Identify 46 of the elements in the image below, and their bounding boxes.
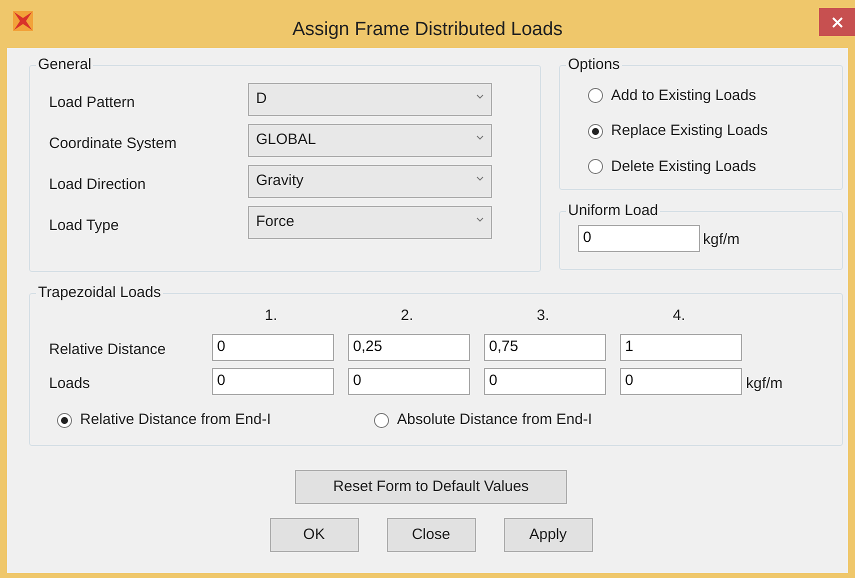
field-label: Load Direction <box>48 174 147 195</box>
field-label: Load Type <box>48 216 120 236</box>
group-title: Uniform Load <box>567 201 660 221</box>
group-title: General <box>37 55 92 75</box>
column-header: 2. <box>400 306 414 326</box>
radio-option[interactable]: Delete Existing Loads <box>588 156 832 178</box>
input-field[interactable]: 0 <box>578 224 700 252</box>
input-field[interactable]: 0 <box>620 368 742 395</box>
radio-option[interactable]: Replace Existing Loads <box>588 120 832 142</box>
chevron-down-icon <box>476 94 484 98</box>
field-label: Coordinate System <box>48 134 178 154</box>
dialog-button[interactable]: Apply <box>504 518 592 552</box>
chevron-down-icon <box>476 176 484 180</box>
close-icon <box>832 16 842 28</box>
column-header: 4. <box>672 306 686 326</box>
input-field[interactable]: 0,25 <box>348 334 470 361</box>
dropdown[interactable]: GLOBAL <box>248 124 492 156</box>
reset-button[interactable]: Reset Form to Default Values <box>295 470 567 504</box>
unit-label: kgf/m <box>703 230 740 250</box>
dropdown[interactable]: Force <box>248 206 492 238</box>
input-field[interactable]: 0 <box>484 368 606 395</box>
field-label: Load Pattern <box>48 92 136 113</box>
input-field[interactable]: 0,75 <box>484 334 606 361</box>
column-header: 3. <box>536 306 550 326</box>
radio-option[interactable]: Relative Distance from End-I <box>57 409 374 432</box>
group-title: Options <box>567 55 621 75</box>
input-field[interactable]: 0 <box>212 334 334 361</box>
unit-label: kgf/m <box>746 374 783 394</box>
radio-option[interactable]: Absolute Distance from End-I <box>374 409 691 432</box>
window-title: Assign Frame Distributed Loads <box>292 18 563 42</box>
dialog-button[interactable]: Close <box>386 518 476 552</box>
chevron-down-icon <box>476 134 484 140</box>
dialog-button[interactable]: OK <box>270 518 358 552</box>
radio-option[interactable]: Add to Existing Loads <box>588 84 832 107</box>
dropdown[interactable]: Gravity <box>248 164 492 198</box>
column-header: 1. <box>264 306 278 326</box>
chevron-down-icon <box>476 216 484 222</box>
dropdown[interactable]: D <box>248 82 492 116</box>
close-button[interactable] <box>819 8 855 36</box>
input-field[interactable]: 0 <box>212 368 334 395</box>
row-label: Loads <box>49 374 91 394</box>
input-field[interactable]: 0 <box>348 368 470 395</box>
row-label: Relative Distance <box>49 340 167 360</box>
group-title: Trapezoidal Loads <box>37 283 162 303</box>
app-logo-icon <box>12 10 34 32</box>
input-field[interactable]: 1 <box>620 334 742 361</box>
